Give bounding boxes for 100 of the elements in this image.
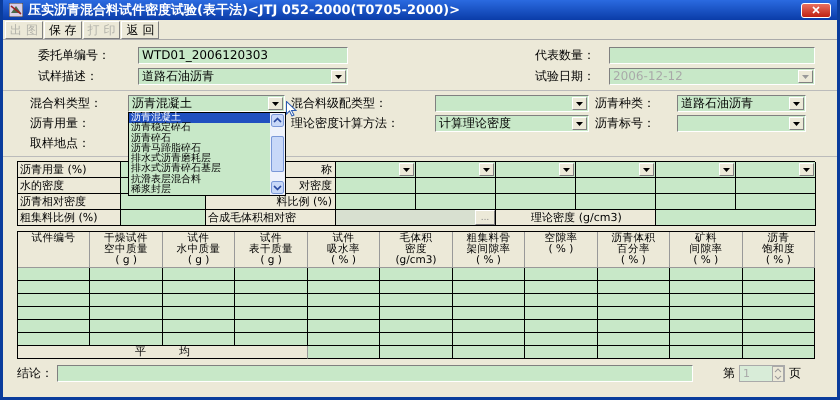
input-cell[interactable] <box>336 194 416 210</box>
dropdown-cell[interactable] <box>576 162 656 178</box>
table-cell[interactable] <box>380 294 453 307</box>
dropdown-cell[interactable] <box>656 162 736 178</box>
dropdown-field[interactable]: 道路石油沥青 <box>677 95 806 112</box>
dropdown-option[interactable]: 沥青碎石 <box>129 134 270 144</box>
table-cell[interactable] <box>742 333 815 346</box>
table-cell[interactable] <box>525 281 598 294</box>
table-cell[interactable] <box>452 307 526 320</box>
table-cell[interactable] <box>90 320 163 333</box>
input-cell[interactable] <box>121 210 206 226</box>
table-cell[interactable] <box>742 320 815 333</box>
scroll-thumb[interactable] <box>271 136 284 172</box>
dropdown-field[interactable] <box>677 115 806 132</box>
table-cell[interactable] <box>90 333 163 346</box>
table-cell[interactable] <box>380 307 453 320</box>
table-cell[interactable] <box>525 320 598 333</box>
scroll-down-icon[interactable] <box>271 181 284 194</box>
table-cell[interactable] <box>235 307 308 320</box>
text-field[interactable]: WTD01_2006120303 <box>138 47 348 64</box>
dropdown-button[interactable] <box>331 70 346 83</box>
table-cell[interactable] <box>742 268 815 281</box>
table-cell[interactable] <box>380 268 453 281</box>
table-cell[interactable] <box>308 320 380 333</box>
table-cell[interactable] <box>380 333 453 346</box>
table-cell[interactable] <box>670 307 743 320</box>
table-cell[interactable] <box>742 294 815 307</box>
dropdown-cell[interactable] <box>496 162 576 178</box>
table-cell[interactable] <box>598 268 670 281</box>
table-cell[interactable] <box>670 294 743 307</box>
table-cell[interactable] <box>18 333 90 346</box>
dropdown-button[interactable] <box>559 163 574 176</box>
dropdown-button[interactable] <box>789 117 804 130</box>
dropdown-option[interactable]: 沥青马蹄脂碎石 <box>129 144 270 154</box>
table-cell[interactable] <box>525 268 598 281</box>
table-cell[interactable] <box>162 281 236 294</box>
table-cell[interactable] <box>18 320 90 333</box>
text-field[interactable] <box>609 47 815 64</box>
input-cell[interactable] <box>656 210 816 226</box>
table-cell[interactable] <box>90 281 163 294</box>
table-cell[interactable] <box>598 333 670 346</box>
table-cell[interactable] <box>452 294 526 307</box>
toolbar-button[interactable]: 返 回 <box>121 21 160 39</box>
table-cell[interactable] <box>380 281 453 294</box>
input-cell[interactable] <box>576 178 656 194</box>
dropdown-field[interactable]: 道路石油沥青 <box>138 68 348 85</box>
table-cell[interactable] <box>308 346 380 359</box>
table-cell[interactable] <box>742 346 815 359</box>
conclusion-field[interactable] <box>57 365 693 382</box>
input-cell[interactable] <box>336 210 475 225</box>
table-cell[interactable] <box>742 281 815 294</box>
table-cell[interactable] <box>598 346 670 359</box>
table-cell[interactable] <box>452 281 526 294</box>
table-cell[interactable] <box>235 333 308 346</box>
table-cell[interactable] <box>162 333 236 346</box>
table-cell[interactable] <box>670 268 743 281</box>
table-cell[interactable] <box>18 307 90 320</box>
table-cell[interactable] <box>452 320 526 333</box>
table-cell[interactable] <box>90 307 163 320</box>
table-cell[interactable] <box>235 268 308 281</box>
table-cell[interactable] <box>162 307 236 320</box>
dropdown-button[interactable] <box>268 97 283 110</box>
dropdown-field[interactable]: 沥青混凝土 <box>128 95 285 112</box>
input-cell[interactable] <box>656 194 736 210</box>
dropdown-button[interactable] <box>479 163 494 176</box>
table-cell[interactable] <box>525 333 598 346</box>
input-cell[interactable] <box>576 194 656 210</box>
input-cell[interactable] <box>496 194 576 210</box>
dropdown-cell[interactable] <box>416 162 496 178</box>
table-cell[interactable] <box>742 307 815 320</box>
table-cell[interactable] <box>670 320 743 333</box>
table-cell[interactable] <box>525 346 598 359</box>
scrollbar[interactable] <box>270 113 285 195</box>
dropdown-button[interactable] <box>399 163 414 176</box>
table-cell[interactable] <box>598 320 670 333</box>
toolbar-button[interactable]: 保 存 <box>44 21 82 39</box>
table-cell[interactable] <box>452 333 526 346</box>
table-cell[interactable] <box>18 268 90 281</box>
table-cell[interactable] <box>18 281 90 294</box>
dropdown-field[interactable]: 计算理论密度 <box>435 115 589 132</box>
dropdown-cell[interactable] <box>736 162 816 178</box>
dropdown-field[interactable] <box>435 95 589 112</box>
table-cell[interactable] <box>90 268 163 281</box>
table-cell[interactable] <box>452 346 526 359</box>
table-cell[interactable] <box>308 333 380 346</box>
input-cell[interactable] <box>656 178 736 194</box>
dropdown-cell[interactable] <box>336 162 416 178</box>
table-cell[interactable] <box>598 294 670 307</box>
table-cell[interactable] <box>18 294 90 307</box>
table-cell[interactable] <box>90 294 163 307</box>
table-cell[interactable] <box>452 268 526 281</box>
table-cell[interactable] <box>308 281 380 294</box>
input-cell[interactable] <box>336 178 416 194</box>
table-cell[interactable] <box>670 281 743 294</box>
input-cell[interactable] <box>416 178 496 194</box>
input-cell[interactable] <box>496 178 576 194</box>
table-cell[interactable] <box>235 320 308 333</box>
dropdown-button[interactable] <box>719 163 734 176</box>
input-cell[interactable] <box>736 178 816 194</box>
dropdown-option[interactable]: 沥青稳定碎石 <box>129 123 270 134</box>
